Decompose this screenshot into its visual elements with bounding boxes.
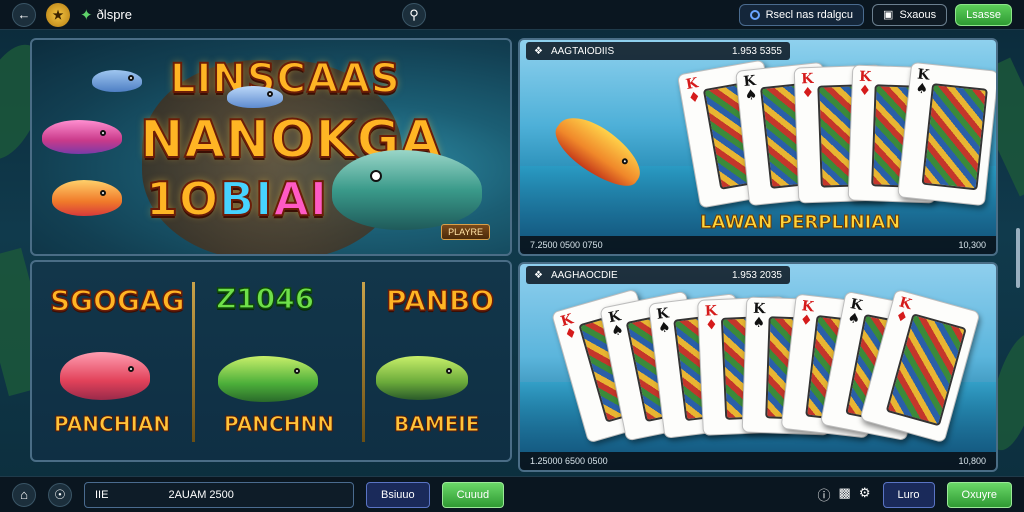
divider (192, 282, 195, 442)
info-icon[interactable]: ⓘ (818, 485, 831, 504)
footer-right: 10,300 (958, 240, 986, 250)
strip-label: PANCHIAN (53, 412, 171, 437)
card-rank: K ♠ (607, 308, 626, 341)
card-rank: K ♦ (799, 298, 815, 330)
star-icon: ✦ (80, 6, 93, 24)
playing-card[interactable]: K ♠ (897, 61, 996, 207)
chip-icon: ❖ (534, 269, 543, 281)
brand-label: ðlspre (96, 7, 132, 22)
game-strip: SGOGAG PANCHIAN Z1046 PANCHNN PANBO BAME… (30, 260, 512, 462)
home-icon[interactable]: ⌂ (12, 482, 36, 507)
strip-title: Z1046 (215, 281, 315, 316)
action-label: Lsasse (966, 8, 1001, 21)
search-icon[interactable]: ⚲ (402, 2, 426, 27)
banner-title-line1: LINSCAAS (169, 55, 401, 103)
footer-right: 10,800 (958, 456, 986, 466)
gift-icon[interactable]: ▩ (839, 485, 851, 504)
card-rank: K ♠ (752, 300, 766, 332)
bottom-button-4[interactable]: Oxuyre (946, 481, 1012, 508)
bottom-button-2[interactable]: Cuuud (441, 481, 505, 508)
header-value: 1.953 5355 (731, 45, 782, 57)
action-button[interactable]: Lsasse (955, 3, 1012, 26)
back-arrow-icon[interactable]: ← (12, 2, 36, 27)
top-bar: ← ★ ✦ ðlspre ⚲ Rsecl nas rdalgcu ▣ Sxaou… (0, 0, 1024, 30)
card-face-art (921, 83, 988, 191)
field-label: IIE (95, 488, 109, 501)
divider (362, 282, 365, 442)
panel-header: ❖ AAGHAOCDIE 1.953 2035 (526, 266, 790, 284)
strip-label: BAMEIE (393, 412, 480, 437)
bottom-button-3[interactable]: Luro (882, 481, 935, 508)
card-rank: K ♠ (655, 305, 672, 337)
account-icon (749, 9, 760, 20)
bottom-button-1[interactable]: Bsiuuo (366, 481, 430, 508)
brand[interactable]: ✦ ðlspre (80, 6, 132, 24)
card-rank: K ♦ (704, 303, 719, 334)
settings-icon[interactable]: ⚙ (859, 485, 871, 504)
strip-title: PANBO (385, 283, 495, 318)
play-badge[interactable]: PLAYRE (441, 224, 490, 240)
strip-section-3[interactable]: PANBO BAMEIE (366, 262, 510, 460)
card-rank: K ♦ (558, 311, 580, 344)
card-rank: K ♠ (914, 66, 931, 98)
footer-left: 1.25000 6500 0500 (530, 456, 608, 466)
card-rank: K ♦ (800, 70, 815, 102)
footer-left: 7.2500 0500 0750 (530, 240, 603, 250)
panel-header: ❖ AAGTAIODIIS 1.953 5355 (526, 42, 790, 60)
wallet-field[interactable]: IIE 2AUAM 2500 (84, 481, 354, 508)
account-button[interactable]: Rsecl nas rdalgcu (738, 3, 865, 26)
strip-title: SGOGAG (49, 283, 185, 318)
secondary-label: Sxaous (899, 8, 937, 21)
card-rank: K ♦ (684, 75, 703, 107)
shield-icon[interactable]: ☉ (48, 482, 72, 507)
chip-icon: ❖ (534, 45, 543, 57)
panel-footer: 7.2500 0500 0750 10,300 (520, 236, 996, 254)
card-rank: K ♦ (858, 68, 872, 100)
strip-label: PANCHNN (224, 412, 335, 437)
card-rank: K ♠ (846, 296, 865, 328)
card-game-panel-bottom[interactable]: ❖ AAGHAOCDIE 1.953 2035 K ♦ K ♠ K ♠ K ♦ K ♠ K ♦ K ♠ K ♦… (518, 262, 998, 472)
main-game-banner[interactable]: LINSCAAS NANOKGA 1OBIAI PLAYRE (30, 38, 512, 256)
header-value: 1.953 2035 (731, 269, 782, 281)
header-title: AAGHAOCDIE (550, 269, 618, 281)
promo-text: LAWAN PERPLINIAN (699, 212, 901, 234)
panel-footer: 1.25000 6500 0500 10,800 (520, 452, 996, 470)
strip-section-1[interactable]: SGOGAG PANCHIAN (32, 262, 192, 460)
account-label: Rsecl nas rdalgcu (765, 8, 854, 21)
scrollbar[interactable] (1016, 228, 1020, 288)
header-title: AAGTAIODIIS (550, 45, 615, 57)
bottom-bar: ⌂ ☉ IIE 2AUAM 2500 Bsiuuo Cuuud ⓘ ▩ ⚙ Lu… (0, 476, 1024, 512)
card-rank: K ♠ (742, 72, 759, 105)
secondary-button[interactable]: ▣ Sxaous (872, 3, 948, 26)
strip-section-2[interactable]: Z1046 PANCHNN (196, 262, 362, 460)
card-game-panel-top[interactable]: ❖ AAGTAIODIIS 1.953 5355 K ♦ K ♠ K ♦ K ♦ K ♠ LAWA… (518, 38, 998, 256)
secondary-icon: ▣ (883, 9, 894, 21)
game-logo-icon[interactable]: ★ (46, 2, 70, 27)
banner-title-line3: 1OBIAI (145, 171, 329, 227)
field-value: 2AUAM 2500 (168, 488, 234, 501)
